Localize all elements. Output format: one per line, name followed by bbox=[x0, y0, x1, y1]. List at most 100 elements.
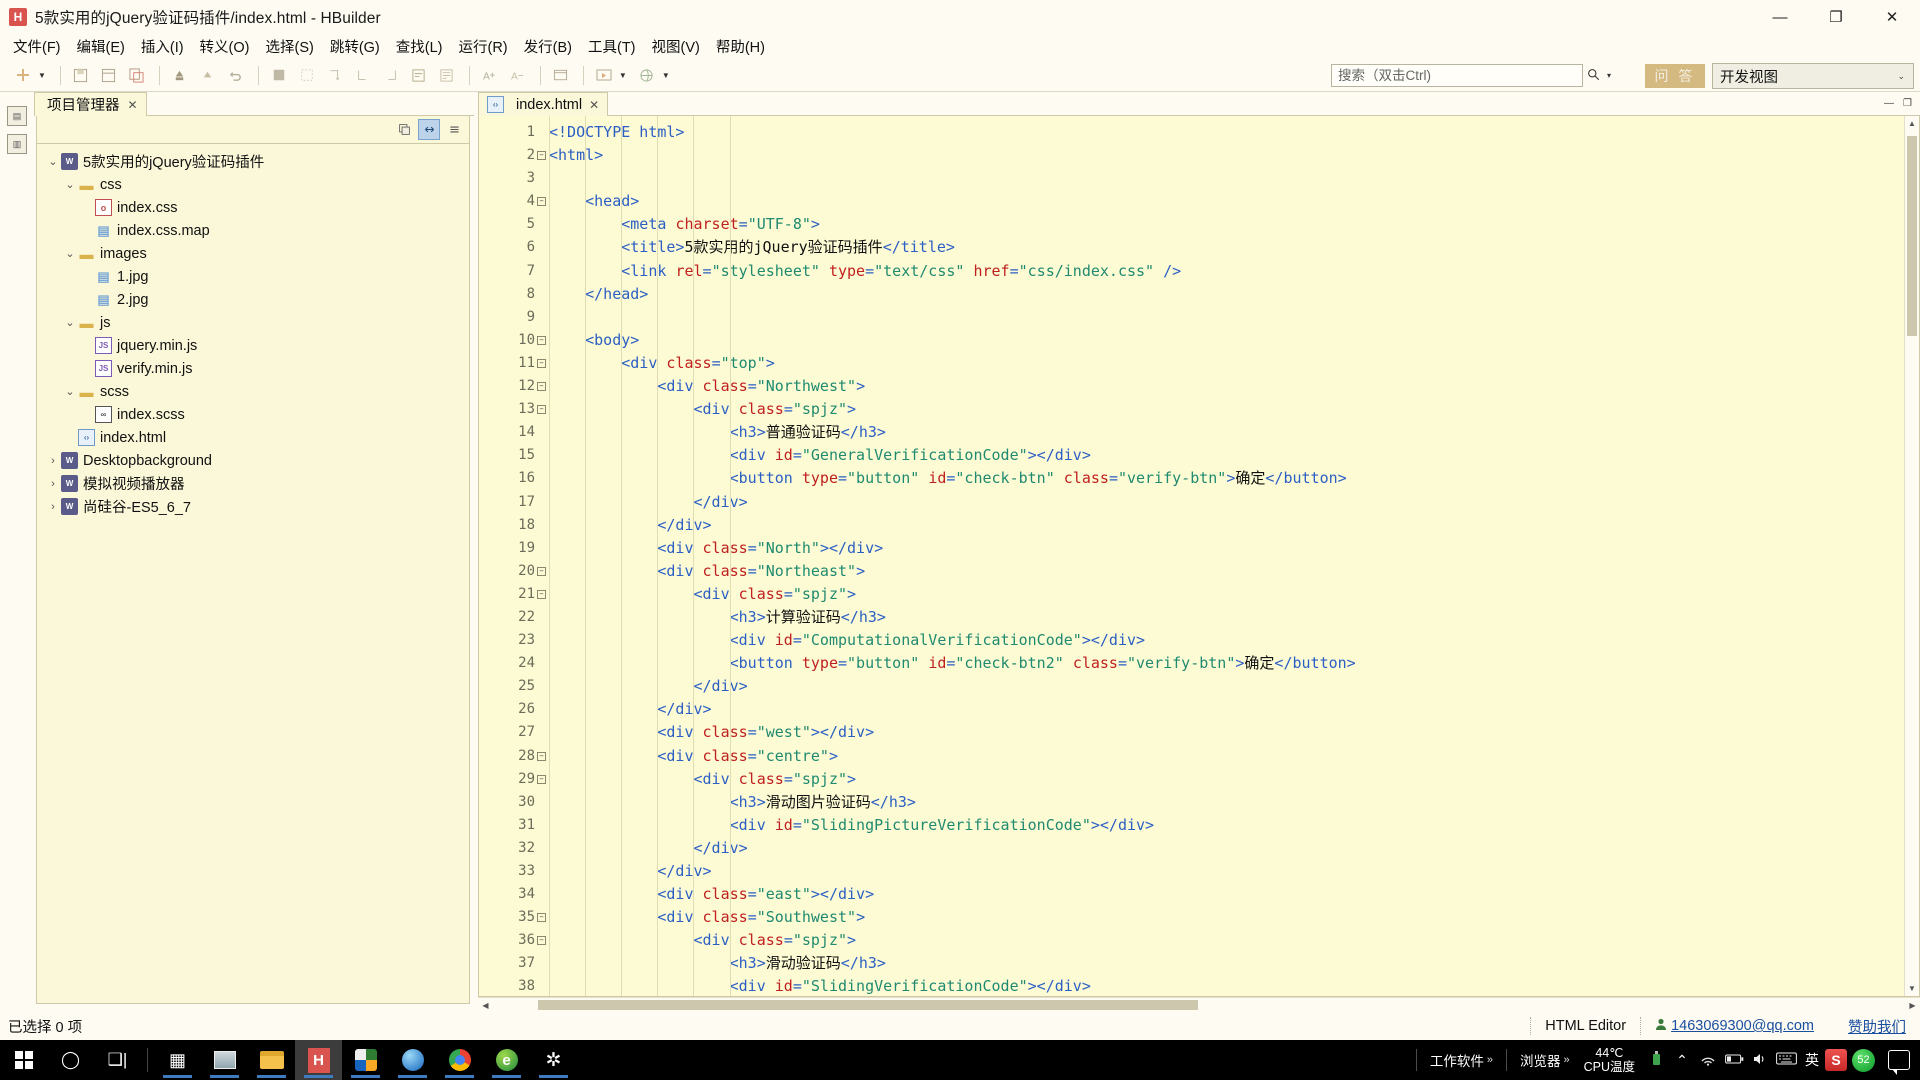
tree-node[interactable]: ⌄ W 5款实用的jQuery验证码插件 bbox=[37, 150, 469, 173]
tree-node[interactable]: ·▤ index.css.map bbox=[37, 219, 469, 242]
account-email-link[interactable]: 1463069300@qq.com bbox=[1671, 1018, 1814, 1034]
code-line[interactable]: <div class="spjz"> bbox=[549, 929, 1919, 952]
save-icon[interactable] bbox=[68, 63, 94, 88]
tray-group-work-software[interactable]: 工作软件 » bbox=[1424, 1050, 1499, 1070]
wifi-icon[interactable] bbox=[1695, 1052, 1721, 1069]
code-line[interactable]: <h3>普通验证码</h3> bbox=[549, 421, 1919, 444]
view-menu-icon[interactable] bbox=[443, 119, 465, 140]
image-viewer-app[interactable] bbox=[201, 1040, 248, 1080]
settings-app[interactable]: ✲ bbox=[530, 1040, 577, 1080]
code-line[interactable]: <head> bbox=[549, 190, 1919, 213]
ask-answer-button[interactable]: 问 答 bbox=[1645, 64, 1705, 88]
tree-node[interactable]: › W 尚硅谷-ES5_6_7 bbox=[37, 495, 469, 518]
code-line[interactable]: <div class="North"></div> bbox=[549, 537, 1919, 560]
menu-item-11[interactable]: 帮助(H) bbox=[708, 34, 773, 60]
link-with-editor-icon[interactable] bbox=[418, 119, 440, 140]
code-line[interactable]: </div> bbox=[549, 698, 1919, 721]
menu-item-8[interactable]: 发行(B) bbox=[516, 34, 580, 60]
undo-icon[interactable] bbox=[223, 63, 249, 88]
collapse-arrow-icon[interactable]: ⌄ bbox=[62, 385, 78, 398]
search-dropdown-caret[interactable]: ▾ bbox=[1605, 71, 1615, 80]
code-line[interactable]: <body> bbox=[549, 329, 1919, 352]
editor-vertical-scrollbar[interactable]: ▲ ▼ bbox=[1904, 116, 1919, 996]
task-view-button[interactable]: ❑| bbox=[94, 1040, 141, 1080]
code-line[interactable]: <div class="Northwest"> bbox=[549, 375, 1919, 398]
expand-arrow-icon[interactable]: › bbox=[45, 478, 61, 490]
code-line[interactable]: <!DOCTYPE html> bbox=[549, 121, 1919, 144]
usb-icon[interactable] bbox=[1643, 1050, 1669, 1070]
menu-item-9[interactable]: 工具(T) bbox=[580, 34, 644, 60]
save-as-icon[interactable] bbox=[124, 63, 150, 88]
expand-arrow-icon[interactable]: › bbox=[45, 455, 61, 467]
save-all-icon[interactable] bbox=[96, 63, 122, 88]
rail-toggle-explorer-icon[interactable]: ▤ bbox=[7, 106, 27, 126]
code-line[interactable]: <meta charset="UTF-8"> bbox=[549, 213, 1919, 236]
jump-next-icon[interactable] bbox=[378, 63, 404, 88]
close-icon[interactable]: ✕ bbox=[128, 98, 138, 112]
code-line[interactable]: <div id="ComputationalVerificationCode">… bbox=[549, 629, 1919, 652]
menu-item-1[interactable]: 编辑(E) bbox=[69, 34, 133, 60]
code-line[interactable] bbox=[549, 167, 1919, 190]
font-decrease-icon[interactable]: A bbox=[505, 63, 531, 88]
collapse-arrow-icon[interactable]: ⌄ bbox=[62, 316, 78, 329]
keyboard-icon[interactable] bbox=[1773, 1052, 1799, 1068]
scroll-left-arrow-icon[interactable]: ◀ bbox=[478, 998, 493, 1012]
code-line[interactable]: <button type="button" id="check-btn" cla… bbox=[549, 467, 1919, 490]
minimize-button[interactable]: — bbox=[1752, 0, 1808, 34]
code-line[interactable]: <div class="spjz"> bbox=[549, 583, 1919, 606]
calculator-app[interactable]: ▦ bbox=[154, 1040, 201, 1080]
jump-prev-icon[interactable] bbox=[350, 63, 376, 88]
ime-language-icon[interactable]: 英 bbox=[1799, 1050, 1825, 1070]
code-line[interactable]: </head> bbox=[549, 283, 1919, 306]
minimize-panel-icon[interactable]: — bbox=[1884, 98, 1894, 109]
tree-node[interactable]: › W Desktopbackground bbox=[37, 449, 469, 472]
comment-block-icon[interactable] bbox=[266, 63, 292, 88]
upload-icon[interactable] bbox=[167, 63, 193, 88]
menu-item-0[interactable]: 文件(F) bbox=[5, 34, 69, 60]
chrome-app[interactable] bbox=[436, 1040, 483, 1080]
media-player-app[interactable] bbox=[342, 1040, 389, 1080]
maximize-button[interactable]: ❐ bbox=[1808, 0, 1864, 34]
code-line[interactable]: <div class="Northeast"> bbox=[549, 560, 1919, 583]
tree-node[interactable]: ·▤ 2.jpg bbox=[37, 288, 469, 311]
code-line[interactable]: <div class="spjz"> bbox=[549, 398, 1919, 421]
tray-group-browsers[interactable]: 浏览器 » bbox=[1514, 1050, 1576, 1070]
code-line[interactable]: <title>5款实用的jQuery验证码插件</title> bbox=[549, 236, 1919, 259]
tree-node[interactable]: ·o index.css bbox=[37, 196, 469, 219]
code-line[interactable]: <div id="SlidingPictureVerificationCode"… bbox=[549, 814, 1919, 837]
code-line[interactable]: <button type="button" id="check-btn2" cl… bbox=[549, 652, 1919, 675]
code-line[interactable]: <h3>计算验证码</h3> bbox=[549, 606, 1919, 629]
code-line[interactable]: <div class="Southwest"> bbox=[549, 906, 1919, 929]
menu-item-10[interactable]: 视图(V) bbox=[644, 34, 708, 60]
code-line[interactable]: <div id="SlidingVerificationCode"></div> bbox=[549, 975, 1919, 996]
collapse-arrow-icon[interactable]: ⌄ bbox=[45, 155, 61, 168]
collapse-arrow-icon[interactable]: ⌄ bbox=[62, 178, 78, 191]
search-icon[interactable] bbox=[1583, 68, 1605, 84]
menu-item-2[interactable]: 插入(I) bbox=[133, 34, 192, 60]
code-line[interactable]: <html> bbox=[549, 144, 1919, 167]
menu-item-4[interactable]: 选择(S) bbox=[257, 34, 321, 60]
tree-node[interactable]: › W 模拟视频播放器 bbox=[37, 472, 469, 495]
close-button[interactable]: ✕ bbox=[1864, 0, 1920, 34]
tab-index-html[interactable]: ‹› index.html ✕ bbox=[478, 92, 609, 116]
globe-dropdown-caret[interactable]: ▼ bbox=[662, 71, 670, 80]
collapse-all-icon[interactable] bbox=[393, 119, 415, 140]
menu-item-7[interactable]: 运行(R) bbox=[451, 34, 516, 60]
maximize-panel-icon[interactable]: ❐ bbox=[1903, 98, 1912, 109]
outdent-icon[interactable] bbox=[322, 63, 348, 88]
tree-node[interactable]: ⌄ ▬ css bbox=[37, 173, 469, 196]
sponsor-link[interactable]: 赞助我们 bbox=[1848, 1016, 1906, 1037]
cpu-temperature-widget[interactable]: 44℃ CPU温度 bbox=[1576, 1046, 1643, 1074]
tree-node[interactable]: ·∞ index.scss bbox=[37, 403, 469, 426]
tree-node[interactable]: ·‹› index.html bbox=[37, 426, 469, 449]
tree-node[interactable]: ·▤ 1.jpg bbox=[37, 265, 469, 288]
menu-item-6[interactable]: 查找(L) bbox=[388, 34, 451, 60]
rail-toggle-outline-icon[interactable]: ▥ bbox=[7, 134, 27, 154]
new-dropdown-caret[interactable]: ▼ bbox=[38, 71, 46, 80]
chevron-up-icon[interactable]: ⌃ bbox=[1669, 1052, 1695, 1069]
horizontal-scroll-thumb[interactable] bbox=[538, 1000, 1198, 1010]
notification-center-icon[interactable] bbox=[1888, 1050, 1910, 1075]
volume-icon[interactable] bbox=[1747, 1052, 1773, 1069]
code-editor[interactable]: 1 2−3 4−5 6 7 8 9 10−11−12−13−14 15 16 17 18 19 20−21… bbox=[478, 116, 1920, 997]
code-line[interactable]: <div class="west"></div> bbox=[549, 721, 1919, 744]
